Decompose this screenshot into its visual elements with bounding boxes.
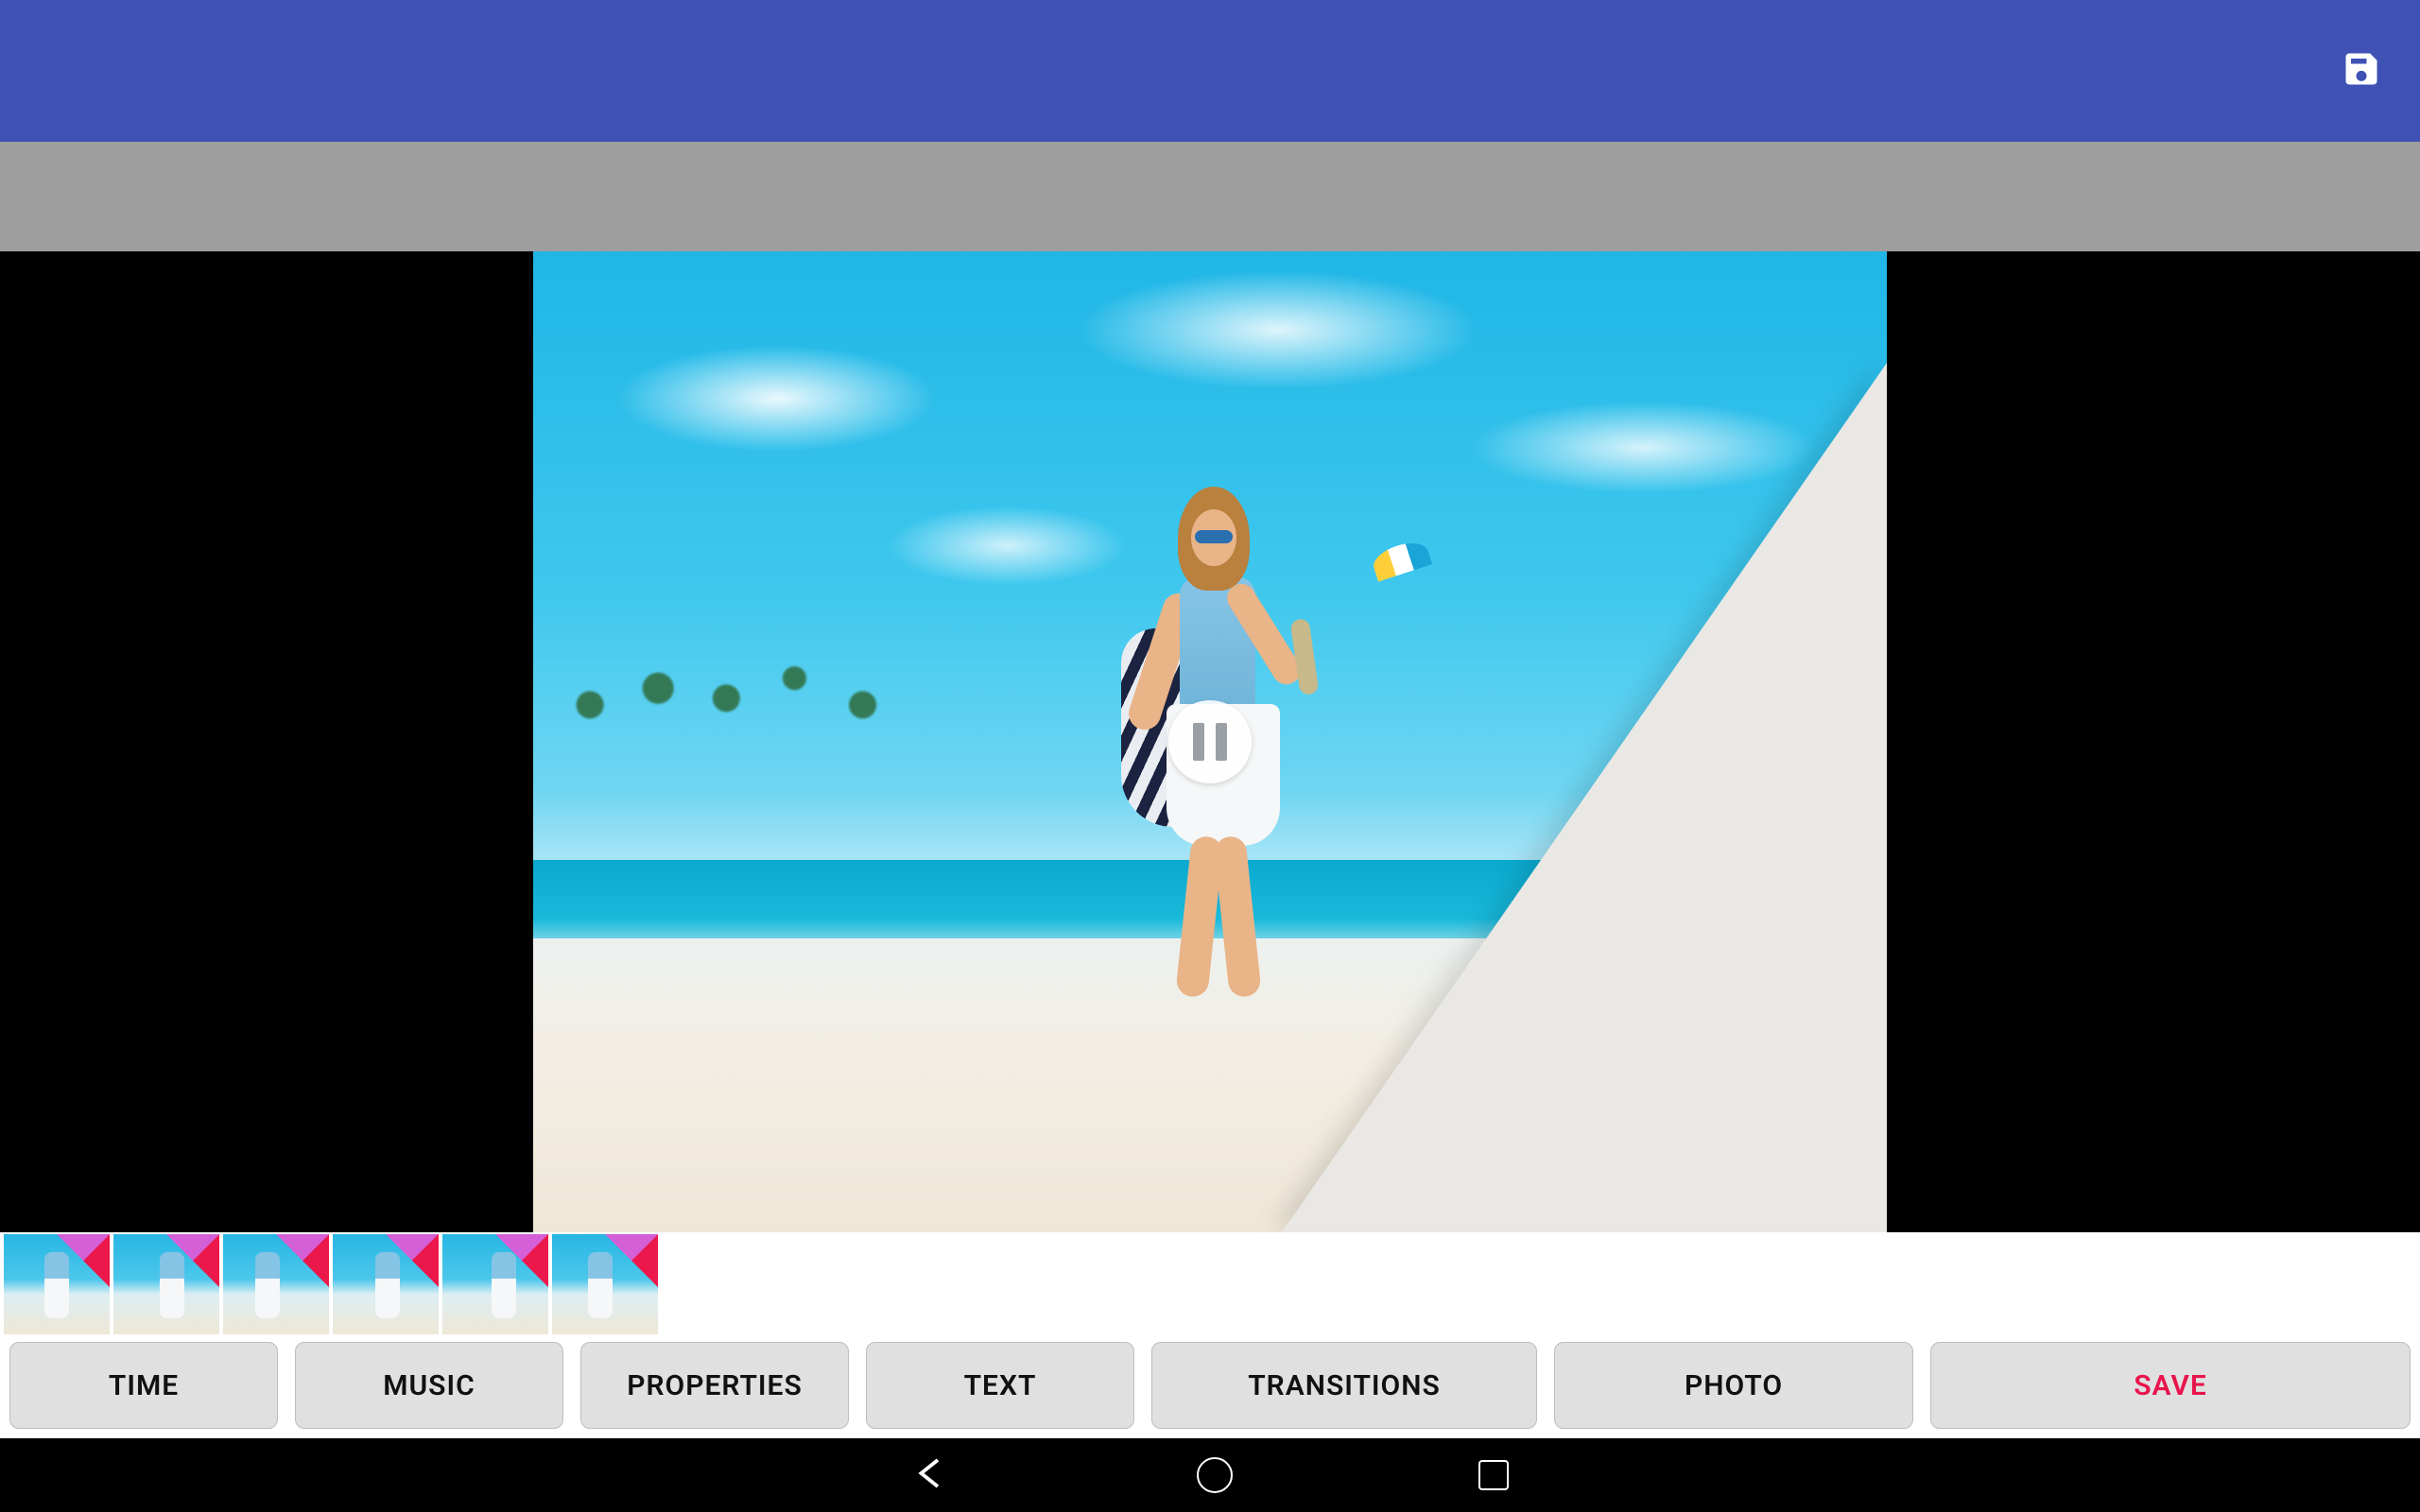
photo-button[interactable]: PHOTO (1554, 1342, 1913, 1429)
pause-icon (1193, 723, 1204, 761)
nav-home-button[interactable] (1197, 1457, 1233, 1493)
thumbnail-item[interactable] (333, 1234, 439, 1334)
transition-badge-icon (276, 1234, 329, 1287)
preview-image[interactable] (533, 251, 1887, 1232)
preview-area (0, 251, 2420, 1232)
preview-palms (533, 605, 1101, 938)
nav-back-icon (911, 1453, 951, 1493)
pause-icon (1216, 723, 1227, 761)
music-button[interactable]: MUSIC (295, 1342, 563, 1429)
nav-back-button[interactable] (911, 1453, 951, 1497)
thumbnail-item[interactable] (552, 1234, 658, 1334)
thumbnail-item[interactable] (4, 1234, 110, 1334)
floppy-save-icon (2341, 48, 2382, 90)
transition-badge-icon (605, 1234, 658, 1287)
transitions-button[interactable]: TRANSITIONS (1151, 1342, 1537, 1429)
thumbnail-item[interactable] (113, 1234, 219, 1334)
app-bar (0, 0, 2420, 142)
nav-recents-button[interactable] (1478, 1460, 1509, 1490)
bottom-toolbar: TIME MUSIC PROPERTIES TEXT TRANSITIONS P… (0, 1334, 2420, 1438)
thumbnail-item[interactable] (442, 1234, 548, 1334)
properties-button[interactable]: PROPERTIES (580, 1342, 849, 1429)
text-button[interactable]: TEXT (866, 1342, 1134, 1429)
toolbar-spacer (0, 142, 2420, 251)
thumbnail-strip (0, 1232, 2420, 1334)
save-icon[interactable] (2341, 48, 2382, 94)
thumbnail-item[interactable] (223, 1234, 329, 1334)
transition-page-curl (1282, 363, 1887, 1232)
save-button[interactable]: SAVE (1930, 1342, 2411, 1429)
time-button[interactable]: TIME (9, 1342, 278, 1429)
pause-button[interactable] (1168, 700, 1252, 783)
android-nav-bar (0, 1438, 2420, 1512)
